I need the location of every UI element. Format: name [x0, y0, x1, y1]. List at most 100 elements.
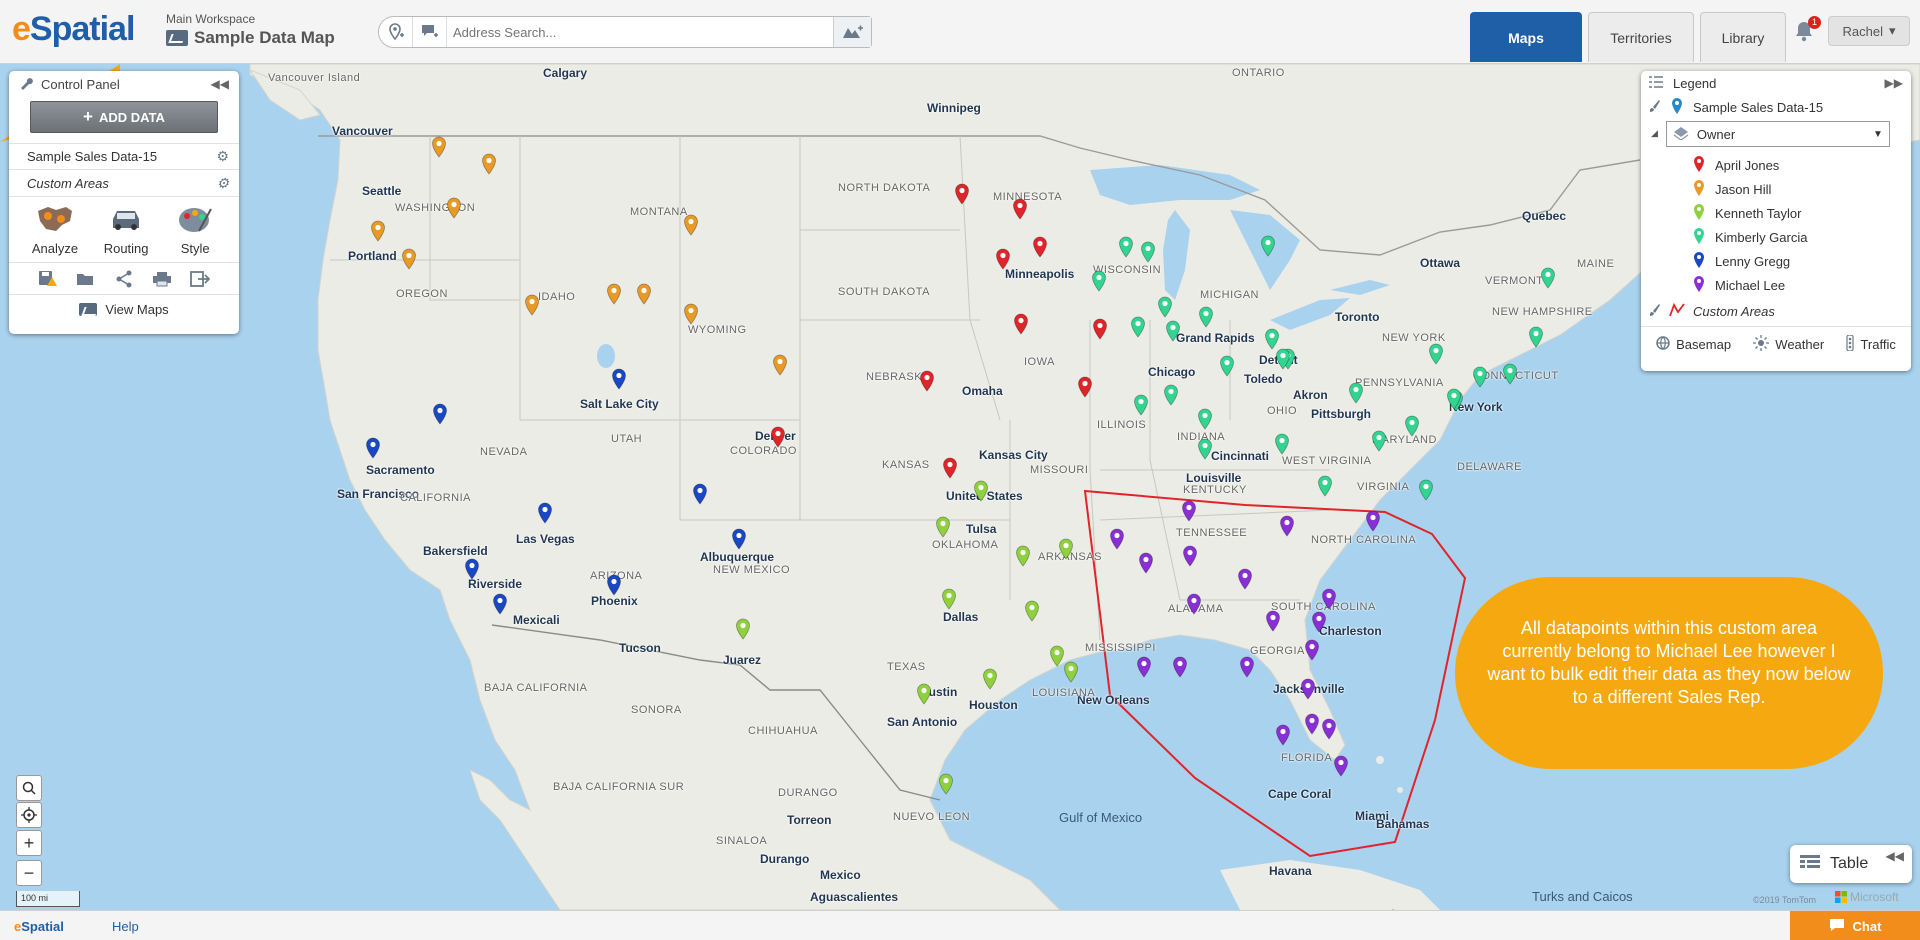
map-pin-icon[interactable] — [973, 480, 989, 502]
map-pin-icon[interactable] — [919, 370, 935, 392]
map-pin-icon[interactable] — [1163, 384, 1179, 406]
collapse-legend-icon[interactable]: ▶▶ — [1885, 76, 1903, 90]
traffic-button[interactable]: Traffic — [1846, 333, 1896, 354]
legend-owner-item[interactable]: Jason Hill — [1641, 177, 1911, 201]
custom-areas-row[interactable]: Custom Areas ⚙ — [9, 170, 239, 197]
map-pin-icon[interactable] — [446, 197, 462, 219]
map-pin-icon[interactable] — [1274, 433, 1290, 455]
map-pin-icon[interactable] — [1130, 316, 1146, 338]
open-folder-icon[interactable] — [75, 269, 97, 289]
legend-owner-item[interactable]: Lenny Gregg — [1641, 249, 1911, 273]
add-data-button[interactable]: + ADD DATA — [30, 101, 218, 133]
export-icon[interactable] — [189, 269, 211, 289]
map-pin-icon[interactable] — [464, 558, 480, 580]
map-pin-icon[interactable] — [481, 153, 497, 175]
map-pin-icon[interactable] — [1032, 236, 1048, 258]
map-pin-icon[interactable] — [772, 354, 788, 376]
locate-me-button[interactable] — [16, 802, 42, 828]
map-pin-icon[interactable] — [1321, 588, 1337, 610]
save-warning-icon[interactable] — [37, 269, 59, 289]
map-pin-icon[interactable] — [1300, 678, 1316, 700]
map-pin-icon[interactable] — [1077, 376, 1093, 398]
map-pin-icon[interactable] — [1275, 348, 1291, 370]
address-search-input[interactable] — [447, 18, 833, 46]
map-pin-icon[interactable] — [935, 516, 951, 538]
expand-triangle-icon[interactable]: ◢ — [1651, 128, 1658, 139]
zoom-extent-button[interactable] — [16, 775, 42, 801]
tab-maps[interactable]: Maps — [1470, 12, 1582, 62]
group-by-select[interactable]: Owner ▼ — [1665, 121, 1890, 147]
map-pin-icon[interactable] — [1198, 306, 1214, 328]
map-pin-icon[interactable] — [735, 618, 751, 640]
map-pin-icon[interactable] — [1136, 656, 1152, 678]
weather-button[interactable]: Weather — [1753, 334, 1824, 354]
map-pin-icon[interactable] — [1091, 270, 1107, 292]
notifications-bell-icon[interactable]: 1 — [1794, 16, 1821, 44]
zoom-in-button[interactable]: + — [16, 830, 42, 856]
map-pin-icon[interactable] — [365, 437, 381, 459]
map-pin-icon[interactable] — [1265, 610, 1281, 632]
map-pin-icon[interactable] — [1371, 430, 1387, 452]
map-pin-icon[interactable] — [1118, 236, 1134, 258]
map-pin-icon[interactable] — [1013, 313, 1029, 335]
add-pin-icon[interactable] — [379, 17, 413, 47]
map-pin-icon[interactable] — [1237, 568, 1253, 590]
map-pin-icon[interactable] — [492, 593, 508, 615]
espatial-logo[interactable]: eSpatial — [12, 10, 135, 49]
map-pin-icon[interactable] — [1304, 713, 1320, 735]
map-pin-icon[interactable] — [916, 683, 932, 705]
chat-button[interactable]: Chat — [1790, 911, 1920, 940]
map-pin-icon[interactable] — [1109, 528, 1125, 550]
layer-settings-gear-icon[interactable]: ⚙ — [216, 148, 229, 165]
map-pin-icon[interactable] — [683, 303, 699, 325]
map-pin-icon[interactable] — [1275, 724, 1291, 746]
table-toggle-button[interactable]: Table ◀◀ — [1790, 845, 1912, 883]
map-pin-icon[interactable] — [1365, 510, 1381, 532]
map-pin-icon[interactable] — [1181, 500, 1197, 522]
map-search-icon[interactable] — [833, 17, 871, 47]
map-pin-icon[interactable] — [1418, 479, 1434, 501]
map-pin-icon[interactable] — [1311, 611, 1327, 633]
legend-owner-item[interactable]: Michael Lee — [1641, 273, 1911, 297]
custom-areas-gear-icon[interactable]: ⚙ — [216, 175, 229, 192]
map-pin-icon[interactable] — [1446, 388, 1462, 410]
map-pin-icon[interactable] — [1279, 515, 1295, 537]
basemap-button[interactable]: Basemap — [1656, 335, 1731, 353]
map-pin-icon[interactable] — [941, 588, 957, 610]
brush-icon[interactable] — [1649, 99, 1661, 116]
map-pin-icon[interactable] — [401, 248, 417, 270]
map-pin-icon[interactable] — [1172, 656, 1188, 678]
map-pin-icon[interactable] — [1264, 328, 1280, 350]
tab-territories[interactable]: Territories — [1588, 12, 1694, 62]
map-pin-icon[interactable] — [1317, 475, 1333, 497]
zoom-out-button[interactable]: − — [16, 860, 42, 886]
map-canvas[interactable]: Calgary Winnipeg Vancouver Seattle Portland M… — [0, 64, 1920, 910]
map-pin-icon[interactable] — [1428, 343, 1444, 365]
areas-brush-icon[interactable] — [1649, 303, 1661, 320]
map-pin-icon[interactable] — [1140, 241, 1156, 263]
help-link[interactable]: Help — [112, 919, 139, 934]
map-pin-icon[interactable] — [1472, 366, 1488, 388]
map-pin-icon[interactable] — [1197, 438, 1213, 460]
layer-row[interactable]: Sample Sales Data-15 ⚙ — [9, 143, 239, 170]
map-pin-icon[interactable] — [954, 183, 970, 205]
map-pin-icon[interactable] — [770, 426, 786, 448]
map-pin-icon[interactable] — [606, 574, 622, 596]
view-maps-button[interactable]: View Maps — [9, 295, 239, 323]
map-pin-icon[interactable] — [938, 773, 954, 795]
tab-library[interactable]: Library — [1700, 12, 1786, 62]
share-icon[interactable] — [113, 269, 135, 289]
map-pin-icon[interactable] — [432, 403, 448, 425]
print-icon[interactable] — [151, 269, 173, 289]
legend-owner-item[interactable]: Kenneth Taylor — [1641, 201, 1911, 225]
map-pin-icon[interactable] — [1404, 415, 1420, 437]
map-pin-icon[interactable] — [1157, 296, 1173, 318]
map-pin-icon[interactable] — [692, 483, 708, 505]
map-pin-icon[interactable] — [1540, 267, 1556, 289]
map-pin-icon[interactable] — [1219, 355, 1235, 377]
map-pin-icon[interactable] — [611, 368, 627, 390]
map-pin-icon[interactable] — [731, 528, 747, 550]
footer-espatial-logo[interactable]: eSpatial — [14, 919, 64, 934]
map-pin-icon[interactable] — [1133, 394, 1149, 416]
map-pin-icon[interactable] — [1024, 600, 1040, 622]
